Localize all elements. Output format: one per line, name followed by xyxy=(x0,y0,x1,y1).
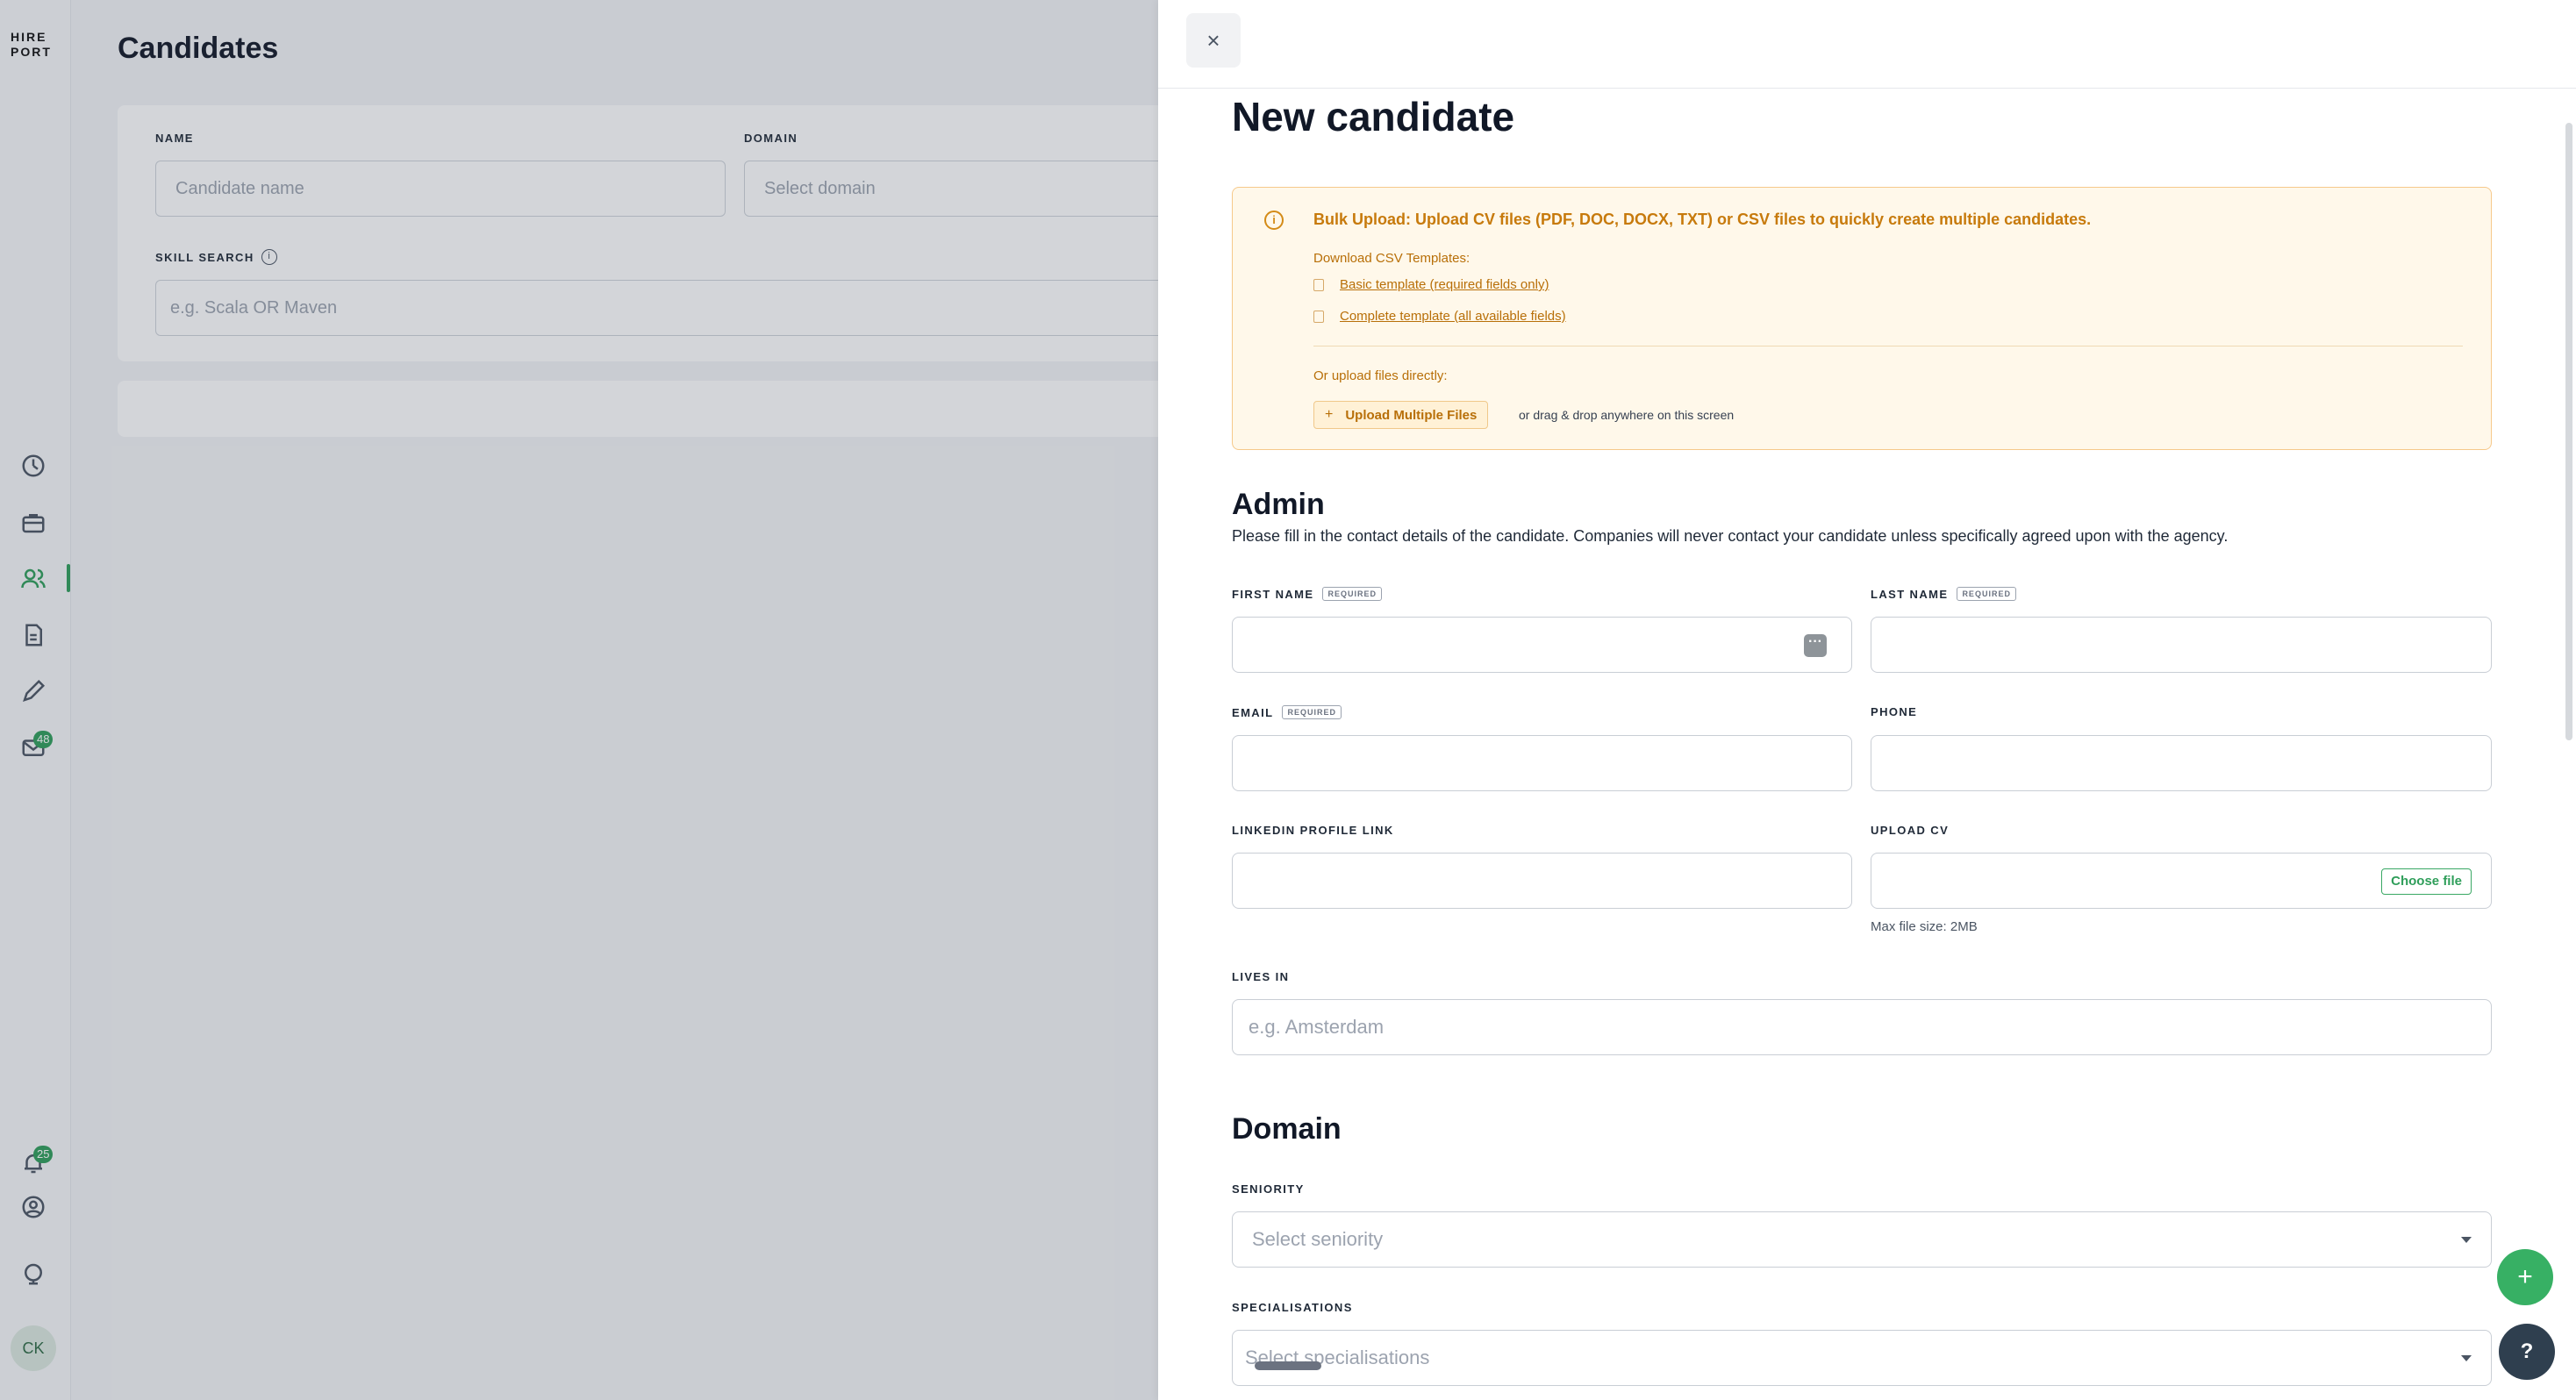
horizontal-scrollbar[interactable] xyxy=(1255,1361,1321,1370)
panel-title: New candidate xyxy=(1232,94,1515,139)
upload-cv-label: UPLOAD CV xyxy=(1871,824,1950,837)
close-icon: × xyxy=(1206,26,1220,54)
upload-cv-label-row: UPLOAD CV xyxy=(1871,824,1949,837)
linkedin-label: LINKEDIN PROFILE LINK xyxy=(1232,824,1394,837)
or-upload-label: Or upload files directly: xyxy=(1313,368,1448,383)
seniority-placeholder: Select seniority xyxy=(1252,1228,1384,1250)
seniority-label-row: SENIORITY xyxy=(1232,1182,1305,1196)
bulk-upload-headline-text: Upload CV files (PDF, DOC, DOCX, TXT) or… xyxy=(1411,211,2092,228)
seniority-select[interactable]: Select seniority xyxy=(1232,1211,2492,1268)
bulk-upload-headline: Bulk Upload: Upload CV files (PDF, DOC, … xyxy=(1313,211,2091,229)
last-name-input[interactable] xyxy=(1871,617,2492,673)
first-name-label: FIRST NAME xyxy=(1232,587,1314,601)
info-icon: i xyxy=(1264,211,1284,230)
lives-in-placeholder: e.g. Amsterdam xyxy=(1249,1016,1385,1038)
modal-backdrop[interactable] xyxy=(0,0,1158,1400)
template-row: Basic template (required fields only) xyxy=(1313,277,1549,292)
email-label: EMAIL xyxy=(1232,705,1274,719)
upload-multiple-files-button[interactable]: + Upload Multiple Files xyxy=(1313,401,1489,429)
help-button[interactable]: ? xyxy=(2499,1324,2555,1380)
required-tag: REQUIRED xyxy=(1282,705,1342,719)
bulk-upload-headline-bold: Bulk Upload: xyxy=(1313,211,1411,228)
phone-input[interactable] xyxy=(1871,735,2492,791)
specialisations-label: SPECIALISATIONS xyxy=(1232,1301,1353,1314)
specialisations-label-row: SPECIALISATIONS xyxy=(1232,1301,1353,1314)
panel-header: × xyxy=(1158,0,2576,89)
linkedin-input[interactable] xyxy=(1232,853,1852,909)
lives-in-input[interactable]: e.g. Amsterdam xyxy=(1232,999,2492,1055)
bulk-upload-box: i Bulk Upload: Upload CV files (PDF, DOC… xyxy=(1232,187,2492,450)
download-templates-label: Download CSV Templates: xyxy=(1313,251,1470,266)
email-input[interactable] xyxy=(1232,735,1852,791)
drag-drop-note: or drag & drop anywhere on this screen xyxy=(1519,408,1735,422)
linkedin-label-row: LINKEDIN PROFILE LINK xyxy=(1232,824,1394,837)
chevron-down-icon xyxy=(2461,1355,2472,1361)
choose-file-button[interactable]: Choose file xyxy=(2381,868,2472,895)
admin-description: Please fill in the contact details of th… xyxy=(1232,527,2229,545)
basic-template-link[interactable]: Basic template (required fields only) xyxy=(1340,277,1549,292)
upload-multiple-files-label: Upload Multiple Files xyxy=(1345,407,1478,423)
complete-template-link[interactable]: Complete template (all available fields) xyxy=(1340,309,1566,324)
first-name-label-row: FIRST NAME REQUIRED xyxy=(1232,587,1382,601)
document-icon xyxy=(1313,278,1324,291)
specialisations-select[interactable]: Select specialisations xyxy=(1232,1330,2492,1386)
new-candidate-panel: × New candidate i Bulk Upload: Upload CV… xyxy=(1158,0,2576,1400)
more-dots-icon[interactable]: ··· xyxy=(1804,634,1827,657)
required-tag: REQUIRED xyxy=(1322,587,1382,601)
domain-section-title: Domain xyxy=(1232,1112,1342,1146)
admin-section-title: Admin xyxy=(1232,488,1325,521)
required-tag: REQUIRED xyxy=(1957,587,2016,601)
close-button[interactable]: × xyxy=(1186,13,1241,68)
upload-cv-input[interactable]: Choose file xyxy=(1871,853,2492,909)
last-name-label: LAST NAME xyxy=(1871,587,1949,601)
template-row: Complete template (all available fields) xyxy=(1313,309,1566,324)
vertical-scrollbar[interactable] xyxy=(2565,123,2572,740)
lives-in-label-row: LIVES IN xyxy=(1232,970,1289,983)
document-icon xyxy=(1313,310,1324,323)
lives-in-label: LIVES IN xyxy=(1232,970,1290,983)
first-name-input[interactable]: ··· xyxy=(1232,617,1852,673)
last-name-label-row: LAST NAME REQUIRED xyxy=(1871,587,2016,601)
email-label-row: EMAIL REQUIRED xyxy=(1232,705,1342,719)
chevron-down-icon xyxy=(2461,1237,2472,1243)
phone-label: PHONE xyxy=(1871,705,1918,718)
seniority-label: SENIORITY xyxy=(1232,1182,1305,1196)
max-file-size-hint: Max file size: 2MB xyxy=(1871,919,1978,934)
plus-icon: + xyxy=(1325,407,1334,422)
phone-label-row: PHONE xyxy=(1871,705,1917,718)
add-button[interactable]: + xyxy=(2497,1249,2553,1305)
